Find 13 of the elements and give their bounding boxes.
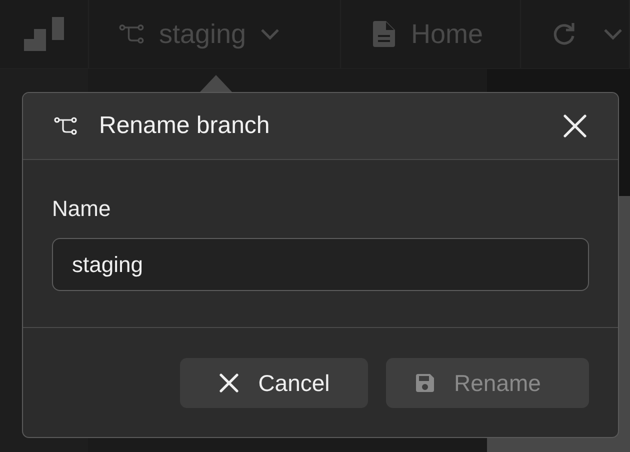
document-icon: [371, 21, 397, 47]
refresh-icon[interactable]: [551, 21, 577, 47]
chevron-down-icon[interactable]: [260, 28, 280, 40]
field-label: Name: [52, 196, 112, 222]
logo-icon[interactable]: [24, 17, 64, 51]
name-field[interactable]: staging: [52, 238, 589, 291]
chevron-down-icon[interactable]: [603, 28, 623, 40]
branch-icon: [119, 24, 145, 44]
save-icon: [414, 372, 436, 394]
branch-icon: [53, 117, 79, 135]
cancel-button[interactable]: Cancel: [180, 358, 368, 408]
dialog-title: Rename branch: [99, 112, 271, 140]
close-icon: [218, 372, 240, 394]
